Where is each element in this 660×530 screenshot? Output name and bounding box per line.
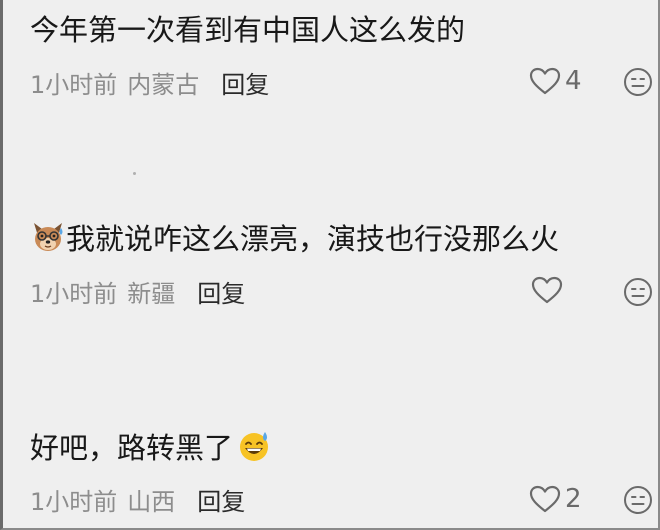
comment-location: 内蒙古 [127, 71, 200, 99]
comment-text: 好吧，路转黑了 [30, 431, 234, 465]
comment-meta-row: 1小时前 内蒙古 回复 [30, 70, 269, 100]
like-button[interactable]: 4 [529, 66, 582, 96]
comment-location: 新疆 [127, 280, 176, 308]
comment-time: 1小时前 [30, 280, 118, 308]
grinning-sweat-emoji [237, 429, 271, 471]
comment-time: 1小时前 [30, 488, 118, 516]
comment-item: 今年第一次看到有中国人这么发的 [30, 12, 658, 48]
like-count: 2 [565, 484, 582, 514]
like-button[interactable]: 2 [529, 484, 582, 514]
comment-item: 好吧，路转黑了 [30, 429, 658, 471]
face-emoji-icon [624, 278, 652, 306]
comment-time: 1小时前 [30, 71, 118, 99]
heart-outline-icon [529, 67, 561, 95]
heart-outline-icon [529, 485, 561, 513]
react-button[interactable] [623, 485, 653, 519]
comment-location: 山西 [127, 488, 176, 516]
comment-meta-row: 1小时前 新疆 回复 [30, 279, 245, 309]
dust-dot [133, 172, 136, 175]
like-button[interactable] [531, 276, 567, 304]
react-button[interactable] [623, 67, 653, 101]
reply-button[interactable]: 回复 [221, 71, 269, 99]
comment-text-row: 我就说咋这么漂亮，演技也行没那么火 [30, 220, 658, 262]
react-button[interactable] [623, 277, 653, 311]
comment-text: 今年第一次看到有中国人这么发的 [30, 13, 466, 47]
heart-outline-icon [531, 276, 563, 304]
comment-text-row: 好吧，路转黑了 [30, 429, 658, 471]
reply-button[interactable]: 回复 [197, 280, 245, 308]
comment-item: 我就说咋这么漂亮，演技也行没那么火 [30, 220, 658, 262]
face-emoji-icon [624, 486, 652, 514]
reply-button[interactable]: 回复 [197, 488, 245, 516]
dog-face-emoji [30, 220, 66, 262]
comment-list: 今年第一次看到有中国人这么发的 1小时前 内蒙古 回复 4 我就说咋这么漂亮，演… [0, 0, 660, 530]
comment-meta-row: 1小时前 山西 回复 [30, 487, 245, 517]
face-emoji-icon [624, 68, 652, 96]
like-count: 4 [565, 66, 582, 96]
comment-text: 我就说咋这么漂亮，演技也行没那么火 [66, 222, 560, 256]
